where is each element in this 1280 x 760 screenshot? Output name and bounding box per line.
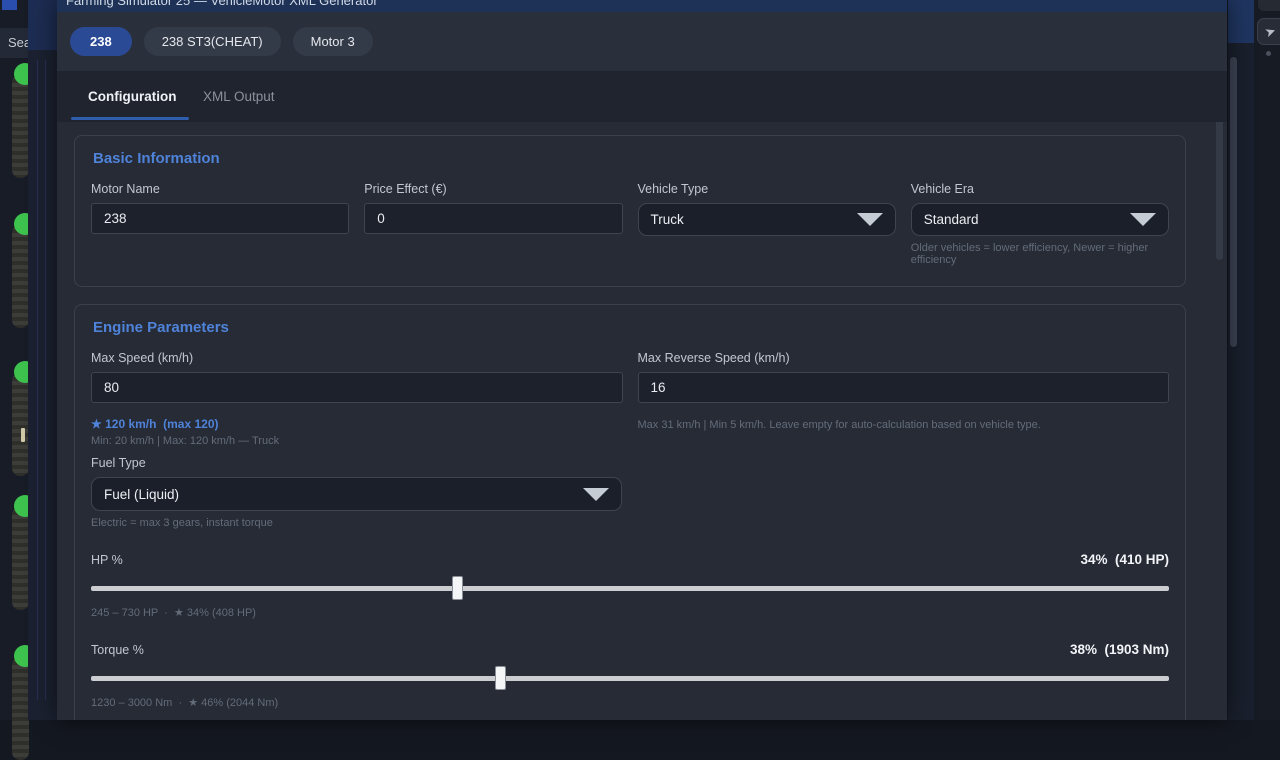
vehiclemotor-generator-dialog: Farming Simulator 25 — VehicleMotor XML …: [57, 0, 1227, 720]
vehicle-type-label: Vehicle Type: [638, 182, 896, 196]
fuel-type-value: Fuel (Liquid): [104, 487, 179, 502]
torque-slider-block: Torque % 38% (1903 Nm) 1230 – 3000 Nm · …: [91, 642, 1169, 709]
max-speed-label: Max Speed (km/h): [91, 351, 623, 365]
tab-xml-output[interactable]: XML Output: [203, 71, 275, 122]
motor-tab-motor-3[interactable]: Motor 3: [293, 27, 373, 56]
max-speed-recommended: ★ 120 km/h (max 120): [91, 417, 623, 431]
torque-slider[interactable]: [91, 666, 1169, 690]
motor-name-field-group: Motor Name: [91, 182, 349, 266]
max-reverse-field-group: Max Reverse Speed (km/h) Max 31 km/h | M…: [638, 351, 1170, 447]
motor-tab-row: 238 238 ST3(CHEAT) Motor 3: [57, 12, 1227, 71]
search-bar[interactable]: Sea: [0, 28, 28, 58]
max-reverse-label: Max Reverse Speed (km/h): [638, 351, 1170, 365]
tire-image: [12, 657, 29, 760]
background-sidebar: Sea: [0, 0, 28, 720]
send-button[interactable]: ➤: [1257, 18, 1280, 45]
vehicle-type-field-group: Vehicle Type Truck: [638, 182, 896, 266]
slider-thumb[interactable]: [452, 576, 463, 600]
torque-slider-label: Torque %: [91, 643, 144, 657]
view-tab-bar: Configuration XML Output: [57, 71, 1227, 122]
vehicle-type-select[interactable]: Truck: [638, 203, 896, 236]
slider-track: [91, 586, 1169, 591]
tire-image: [12, 507, 29, 610]
slider-track: [91, 676, 1169, 681]
torque-slider-value: 38% (1903 Nm): [1070, 642, 1169, 657]
chevron-down-icon: [857, 213, 883, 226]
search-label: Sea: [8, 35, 28, 50]
max-speed-field-group: Max Speed (km/h) ★ 120 km/h (max 120) Mi…: [91, 351, 623, 447]
chevron-down-icon: [1130, 213, 1156, 226]
vehicle-type-value: Truck: [651, 212, 684, 227]
background-panel-fragment: [1258, 0, 1280, 11]
engine-parameters-section: Engine Parameters Max Speed (km/h) ★ 120…: [74, 304, 1186, 720]
max-speed-input[interactable]: [91, 372, 623, 403]
section-title: Engine Parameters: [93, 319, 1167, 336]
motor-name-label: Motor Name: [91, 182, 349, 196]
max-speed-hint: Min: 20 km/h | Max: 120 km/h — Truck: [91, 435, 623, 447]
vehicle-era-select[interactable]: Standard: [911, 203, 1169, 236]
slider-thumb[interactable]: [495, 666, 506, 690]
price-effect-input[interactable]: [364, 203, 622, 234]
vehicle-era-hint: Older vehicles = lower efficiency, Newer…: [911, 242, 1169, 266]
price-effect-field-group: Price Effect (€): [364, 182, 622, 266]
hp-slider-block: HP % 34% (410 HP) 245 – 730 HP · ★ 34% (…: [91, 552, 1169, 619]
max-reverse-input[interactable]: [638, 372, 1170, 403]
vehicle-era-value: Standard: [924, 212, 979, 227]
price-effect-label: Price Effect (€): [364, 182, 622, 196]
hp-slider-value: 34% (410 HP): [1080, 552, 1169, 567]
motor-tab-238[interactable]: 238: [70, 27, 132, 56]
background-blue-square: [2, 0, 17, 10]
fuel-type-hint: Electric = max 3 gears, instant torque: [91, 517, 622, 529]
fuel-type-field-group: Fuel Type Fuel (Liquid) Electric = max 3…: [91, 456, 622, 529]
motor-tab-238-st3[interactable]: 238 ST3(CHEAT): [144, 27, 281, 56]
vehicle-era-label: Vehicle Era: [911, 182, 1169, 196]
motor-name-input[interactable]: [91, 203, 349, 234]
background-right-panel: ➤: [1254, 0, 1280, 720]
chevron-down-icon: [583, 488, 609, 501]
dialog-titlebar: Farming Simulator 25 — VehicleMotor XML …: [57, 0, 1227, 12]
torque-slider-hint: 1230 – 3000 Nm · ★ 46% (2044 Nm): [91, 696, 1169, 709]
background-card-edge: [45, 60, 46, 700]
background-header-fragment: [28, 0, 57, 50]
fuel-type-select[interactable]: Fuel (Liquid): [91, 477, 622, 511]
active-tab-underline: [71, 117, 189, 120]
basic-information-section: Basic Information Motor Name Price Effec…: [74, 135, 1186, 287]
vehicle-era-field-group: Vehicle Era Standard Older vehicles = lo…: [911, 182, 1169, 266]
max-reverse-hint: Max 31 km/h | Min 5 km/h. Leave empty fo…: [638, 419, 1170, 431]
hp-slider-hint: 245 – 730 HP · ★ 34% (408 HP): [91, 606, 1169, 619]
modal-scrollbar-thumb[interactable]: [1216, 122, 1223, 260]
background-dot: [1266, 51, 1271, 56]
backdrop-strip-left: [28, 0, 57, 720]
tire-image: [12, 75, 29, 178]
fuel-type-label: Fuel Type: [91, 456, 622, 470]
hp-slider[interactable]: [91, 576, 1169, 600]
window-scrollbar-thumb[interactable]: [1230, 57, 1237, 347]
tab-configuration[interactable]: Configuration: [88, 71, 176, 122]
hp-slider-label: HP %: [91, 553, 123, 567]
configuration-panel: Basic Information Motor Name Price Effec…: [57, 122, 1227, 720]
tire-image: [12, 225, 29, 328]
background-header-fragment: [1228, 0, 1254, 43]
section-title: Basic Information: [93, 150, 1167, 167]
backdrop-strip-right: [1228, 0, 1254, 720]
tire-image: [12, 373, 29, 476]
paper-plane-icon: ➤: [1262, 22, 1278, 41]
dialog-title: Farming Simulator 25 — VehicleMotor XML …: [66, 0, 378, 8]
tire-valve: [21, 428, 25, 442]
background-card-edge: [37, 60, 38, 700]
